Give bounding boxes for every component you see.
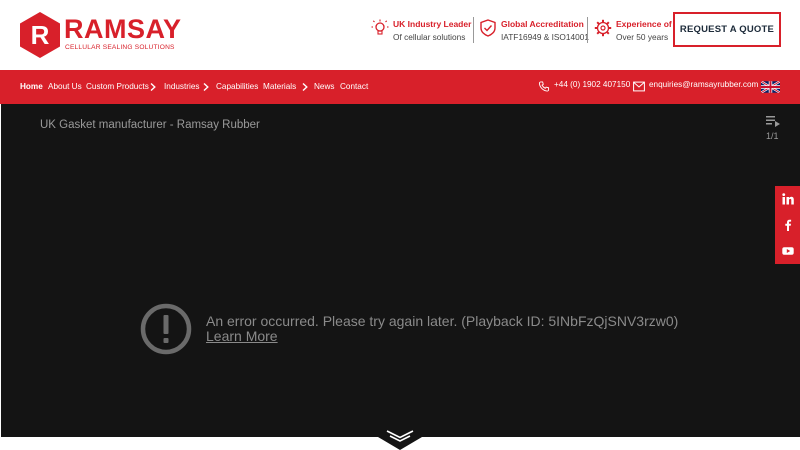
error-message: An error occurred. Please try again late… <box>206 313 679 329</box>
nav-item-contact[interactable]: Contact <box>340 82 368 91</box>
gear-icon <box>594 19 612 37</box>
chevron-right-icon[interactable] <box>150 83 156 91</box>
phone-icon <box>538 81 550 92</box>
divider <box>587 17 588 43</box>
logo-letter: R <box>31 20 50 50</box>
nav-item-capabilities[interactable]: Capabilities <box>216 82 258 91</box>
nav-item-industries[interactable]: Industries <box>164 82 200 91</box>
feature-subtitle: Over 50 years <box>616 32 669 42</box>
phone-number[interactable]: +44 (0) 1902 407150 <box>554 80 630 89</box>
request-quote-button[interactable]: REQUEST A QUOTE <box>673 12 781 47</box>
lightbulb-icon <box>371 19 389 35</box>
nav-item-home[interactable]: Home <box>20 82 43 91</box>
video-title[interactable]: UK Gasket manufacturer - Ramsay Rubber <box>40 119 260 131</box>
main-nav: Home About Us Custom Products Industries… <box>0 70 800 104</box>
feature-subtitle: Of cellular solutions <box>393 32 466 42</box>
mail-icon <box>633 81 645 92</box>
video-player[interactable]: UK Gasket manufacturer - Ramsay Rubber 1… <box>1 104 800 437</box>
chevron-down-icon[interactable] <box>378 424 422 450</box>
feature-title: Global Accreditation <box>501 19 584 29</box>
nav-item-materials[interactable]: Materials <box>263 82 296 91</box>
feature-title: Experience of <box>616 19 672 29</box>
chevron-right-icon[interactable] <box>203 83 209 91</box>
uk-flag-icon[interactable] <box>761 81 780 93</box>
facebook-button[interactable] <box>775 212 800 238</box>
chevron-right-icon[interactable] <box>302 83 308 91</box>
playlist-count: 1/1 <box>766 131 779 141</box>
facebook-icon <box>784 219 791 231</box>
site-header: R RAMSAY CELLULAR SEALING SOLUTIONS UK I… <box>0 0 800 70</box>
shield-check-icon <box>480 19 496 37</box>
logo-wordmark: RAMSAY <box>64 14 182 44</box>
email-address[interactable]: enquiries@ramsayrubber.com <box>649 80 758 89</box>
feature-subtitle: IATF16949 & ISO14001 <box>501 32 589 42</box>
divider <box>473 17 474 43</box>
logo-tagline: CELLULAR SEALING SOLUTIONS <box>65 44 175 51</box>
error-icon <box>140 303 192 355</box>
linkedin-button[interactable] <box>775 186 800 212</box>
playlist-icon[interactable] <box>766 115 780 127</box>
nav-item-news[interactable]: News <box>314 82 334 91</box>
youtube-icon <box>781 247 794 255</box>
learn-more-link[interactable]: Learn More <box>206 328 278 344</box>
nav-item-about-us[interactable]: About Us <box>48 82 82 91</box>
youtube-button[interactable] <box>775 238 800 264</box>
logo-hexagon-icon: R <box>20 12 60 58</box>
ramsay-logo[interactable]: R RAMSAY CELLULAR SEALING SOLUTIONS <box>18 11 181 59</box>
linkedin-icon <box>781 193 794 205</box>
feature-title: UK Industry Leader <box>393 19 472 29</box>
nav-item-custom-products[interactable]: Custom Products <box>86 82 149 91</box>
